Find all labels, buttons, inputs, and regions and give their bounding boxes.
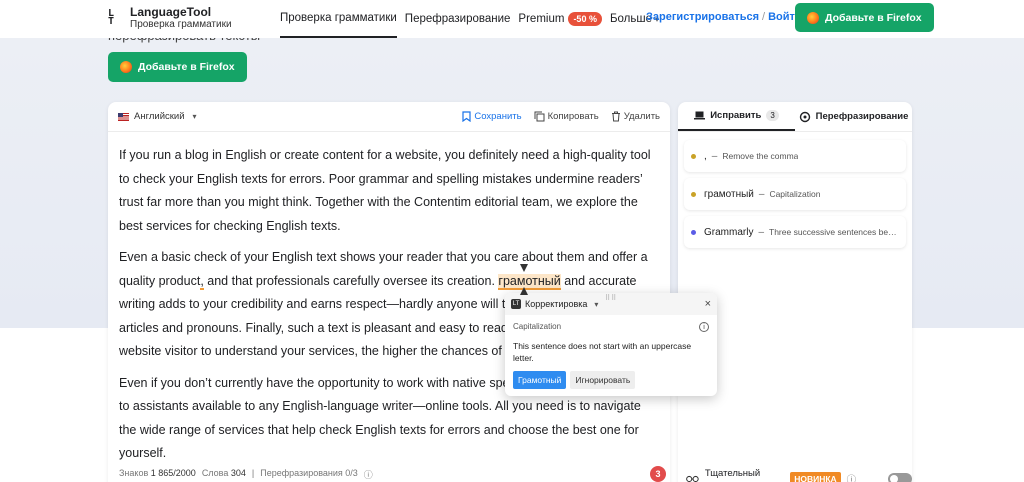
- auth-links: Зарегистрироваться / Войти: [646, 11, 802, 23]
- pin-top-icon: [520, 264, 528, 272]
- copy-button[interactable]: Копировать: [534, 111, 599, 122]
- careful-mode-toggle[interactable]: [888, 473, 912, 482]
- logo-subtitle: Проверка грамматики: [130, 19, 232, 30]
- rephrase-counter: Перефразирования 0/3: [260, 468, 358, 478]
- accept-suggestion-button[interactable]: Грамотный: [513, 371, 567, 389]
- popup-header: LT Корректировка ▾ ⠿⠿ ×: [505, 293, 717, 315]
- suggestions-panel: Исправить 3 Перефразирование , – Remove …: [678, 102, 912, 482]
- editor-card: Английский ▾ Сохранить Копировать Удалит…: [108, 102, 670, 482]
- firefox-icon: [120, 61, 132, 73]
- suggestion-card[interactable]: грамотный – Capitalization: [684, 178, 906, 210]
- suggestion-card[interactable]: Grammarly – Three successive sentences b…: [684, 216, 906, 248]
- editor-footer: Знаков 1 865/2000 Слова 304 | Перефразир…: [119, 468, 373, 481]
- warning-dot-icon: [691, 153, 696, 159]
- new-badge: НОВИНКА: [790, 472, 841, 482]
- logo-title: LanguageTool: [130, 5, 212, 19]
- top-bar: LT LanguageTool Проверка грамматики Пров…: [0, 0, 1024, 38]
- delete-button[interactable]: Удалить: [611, 111, 660, 122]
- nav-premium[interactable]: Premium -50 %: [518, 0, 602, 38]
- languagetool-logo-icon: LT: [511, 299, 521, 309]
- info-icon[interactable]: ⓘ: [364, 468, 373, 481]
- tab-rephrase[interactable]: Перефразирование: [795, 102, 912, 131]
- main-nav: Проверка грамматики Перефразирование Pre…: [280, 0, 667, 38]
- suggestion-card[interactable]: , – Remove the comma: [684, 140, 906, 172]
- us-flag-icon: [118, 112, 129, 121]
- fix-count: 3: [766, 110, 779, 121]
- drag-handle-icon[interactable]: ⠿⠿: [605, 294, 617, 302]
- careful-mode-label: Тщательный режим: [704, 468, 761, 482]
- glasses-icon: [686, 475, 699, 482]
- chevron-down-icon: ▾: [192, 112, 197, 121]
- firefox-icon: [807, 11, 819, 24]
- info-icon[interactable]: i: [699, 322, 709, 332]
- register-link[interactable]: Зарегистрироваться: [646, 11, 759, 23]
- add-to-firefox-button[interactable]: Добавьте в Firefox: [795, 3, 934, 32]
- warning-dot-icon: [691, 191, 696, 197]
- error-count-badge[interactable]: 3: [650, 466, 666, 482]
- editor-toolbar: Английский ▾ Сохранить Копировать Удалит…: [108, 102, 670, 132]
- languagetool-logo-icon: LT: [108, 7, 115, 27]
- style-dot-icon: [691, 229, 696, 235]
- pin-bottom-icon: [520, 287, 528, 295]
- close-icon[interactable]: ×: [705, 298, 711, 310]
- sale-badge: -50 %: [568, 12, 602, 26]
- laptop-icon: [694, 111, 706, 120]
- info-icon[interactable]: ⓘ: [847, 472, 857, 482]
- popup-category: Capitalization: [513, 322, 562, 331]
- save-button[interactable]: Сохранить: [462, 111, 522, 122]
- trash-icon: [611, 111, 620, 122]
- bookmark-icon: [462, 111, 471, 122]
- logo[interactable]: LT LanguageTool Проверка грамматики: [108, 5, 232, 30]
- nav-grammar-check[interactable]: Проверка грамматики: [280, 0, 397, 38]
- paragraph-1: If you run a blog in English or create c…: [119, 148, 651, 233]
- nav-paraphrase[interactable]: Перефразирование: [405, 0, 511, 38]
- ignore-button[interactable]: Игнорировать: [570, 371, 636, 389]
- popup-title[interactable]: Корректировка: [525, 299, 587, 309]
- rephrase-icon: [799, 111, 810, 122]
- chevron-down-icon[interactable]: ▾: [594, 300, 598, 309]
- tab-fix[interactable]: Исправить 3: [678, 102, 795, 131]
- panel-tabs: Исправить 3 Перефразирование: [678, 102, 912, 132]
- language-selector[interactable]: Английский ▾: [118, 111, 197, 122]
- capitalization-error-mark[interactable]: грамотный: [498, 273, 561, 290]
- careful-mode-row: Тщательный режим НОВИНКА ⓘ: [686, 468, 912, 482]
- correction-popup: LT Корректировка ▾ ⠿⠿ × Capitalization i…: [505, 293, 717, 396]
- popup-message: This sentence does not start with an upp…: [513, 341, 692, 363]
- hero-add-to-firefox-button[interactable]: Добавьте в Firefox: [108, 52, 247, 82]
- copy-icon: [534, 111, 545, 122]
